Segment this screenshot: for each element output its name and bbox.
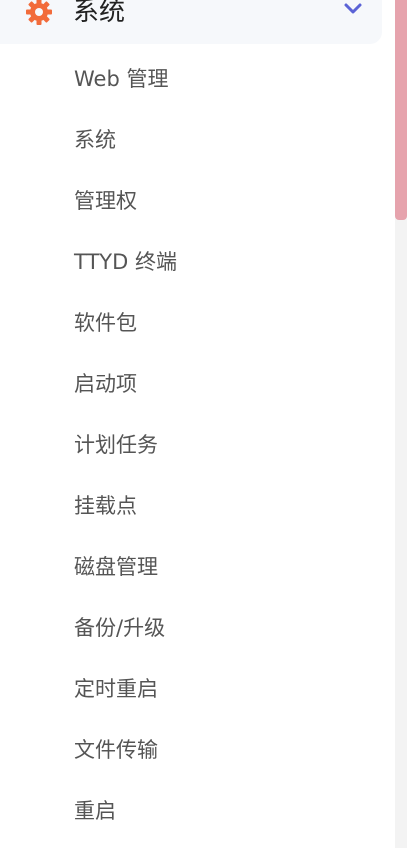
menu-item-backup-upgrade[interactable]: 备份/升级 [0,597,395,658]
menu-item-label: 备份/升级 [74,615,166,640]
sidebar-menu: 系统 Web 管理 系统 管理权 TTYD 终端 软件包 启动项 计划任务 挂载… [0,0,407,848]
scrollbar[interactable] [395,0,407,848]
menu-item-mount-points[interactable]: 挂载点 [0,475,395,536]
menu-item-label: 启动项 [74,371,137,396]
submenu-list: Web 管理 系统 管理权 TTYD 终端 软件包 启动项 计划任务 挂载点 磁… [0,48,395,841]
chevron-down-icon[interactable] [340,0,366,19]
menu-item-scheduled-reboot[interactable]: 定时重启 [0,658,395,719]
menu-item-label: 文件传输 [74,737,158,762]
menu-item-reboot[interactable]: 重启 [0,780,395,841]
menu-item-label: 软件包 [74,310,137,335]
menu-group-title: 系统 [73,0,126,27]
menu-item-label: 磁盘管理 [74,554,158,579]
menu-item-file-transfer[interactable]: 文件传输 [0,719,395,780]
menu-item-label: 计划任务 [74,432,158,457]
menu-item-label: 挂载点 [74,493,137,518]
menu-item-label: 系统 [74,127,116,152]
menu-item-label: 定时重启 [74,676,158,701]
menu-item-ttyd-terminal[interactable]: TTYD 终端 [0,231,395,292]
menu-group-system[interactable]: 系统 [0,0,382,44]
menu-item-software[interactable]: 软件包 [0,292,395,353]
scrollbar-thumb[interactable] [395,0,407,220]
menu-item-administration[interactable]: 管理权 [0,170,395,231]
menu-item-scheduled-tasks[interactable]: 计划任务 [0,414,395,475]
menu-item-label: Web 管理 [74,66,169,91]
gear-icon [26,0,52,25]
menu-item-web-admin[interactable]: Web 管理 [0,48,395,109]
menu-item-label: 重启 [74,798,116,823]
menu-item-system[interactable]: 系统 [0,109,395,170]
menu-item-disk-management[interactable]: 磁盘管理 [0,536,395,597]
menu-item-label: TTYD 终端 [74,249,177,274]
menu-item-startup[interactable]: 启动项 [0,353,395,414]
menu-item-label: 管理权 [74,188,137,213]
